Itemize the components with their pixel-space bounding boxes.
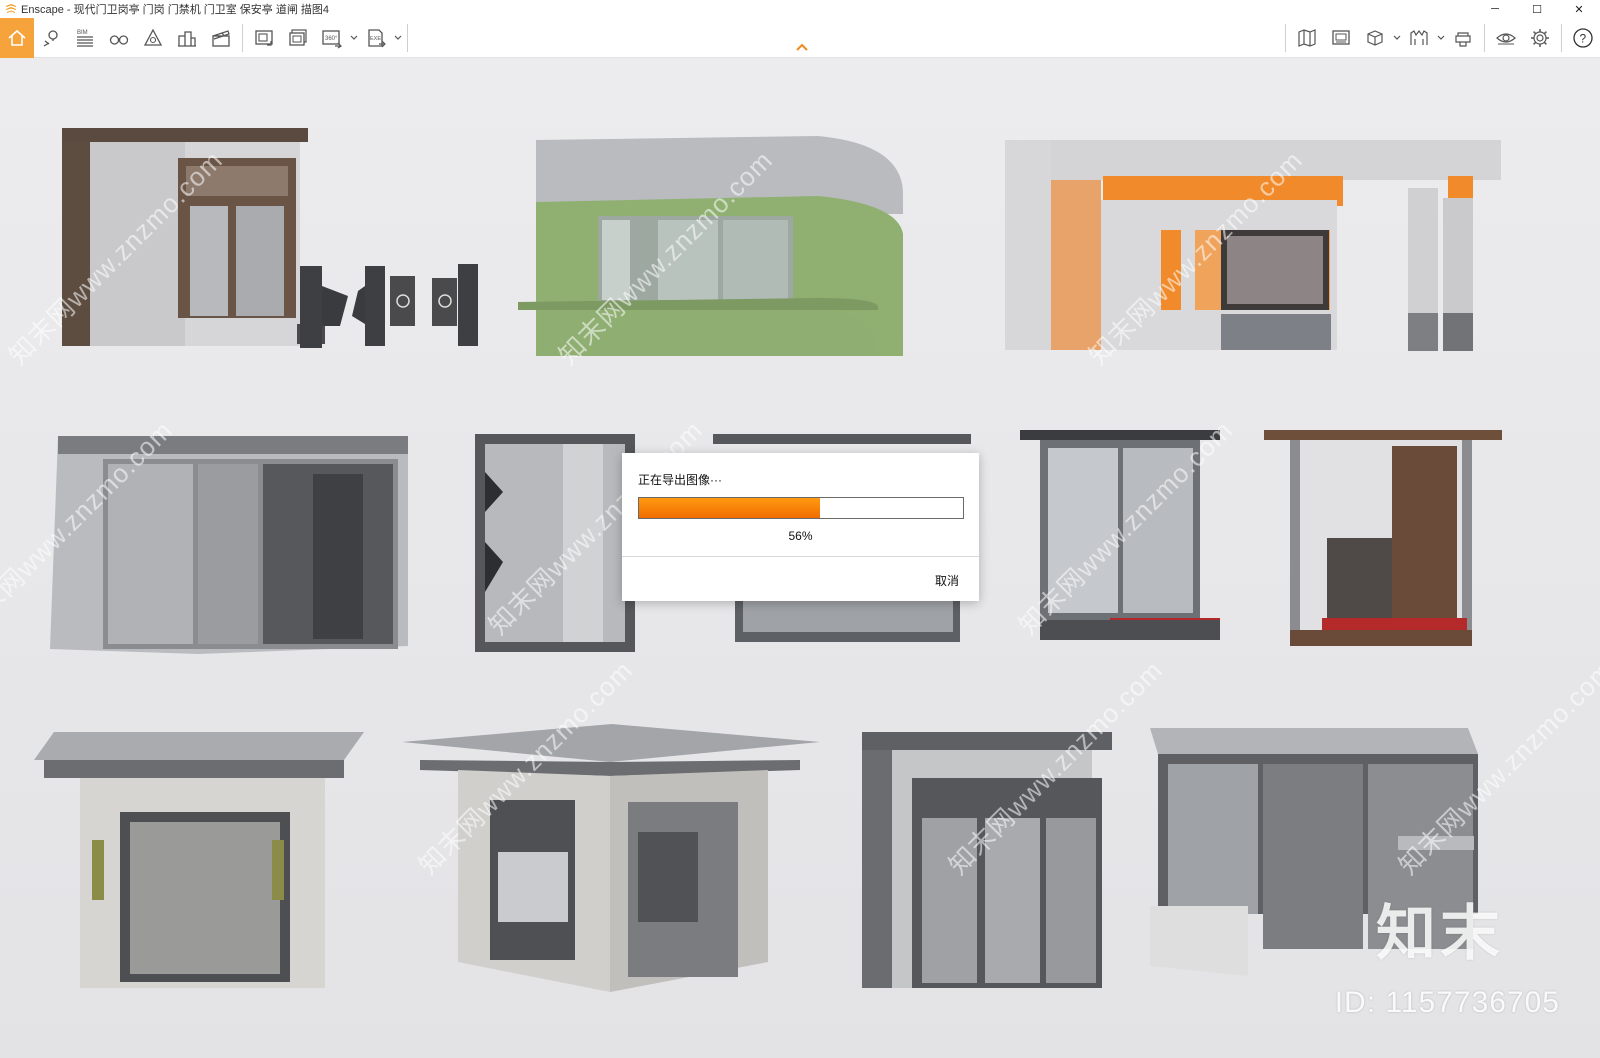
material-icon bbox=[1410, 30, 1428, 45]
asset-library-button[interactable] bbox=[136, 18, 170, 58]
home-icon bbox=[8, 29, 26, 46]
chevron-down-icon bbox=[350, 35, 358, 40]
help-icon: ? bbox=[1573, 28, 1593, 48]
billboard-icon bbox=[1332, 30, 1350, 45]
screenshot-button[interactable] bbox=[247, 18, 281, 58]
export-exe-icon: EXE bbox=[368, 29, 386, 48]
enscape-logo-icon bbox=[6, 4, 16, 13]
export-dropdown[interactable] bbox=[393, 18, 403, 58]
dialog-divider bbox=[622, 556, 979, 557]
vr-headset-button[interactable] bbox=[1446, 18, 1480, 58]
screenshot-icon bbox=[255, 30, 273, 46]
location-button[interactable] bbox=[34, 18, 68, 58]
chevron-down-icon bbox=[1393, 35, 1401, 40]
billboard-button[interactable] bbox=[1324, 18, 1358, 58]
toolbar-separator bbox=[1561, 24, 1562, 52]
progress-bar bbox=[638, 497, 964, 519]
visual-settings-button[interactable] bbox=[1489, 18, 1523, 58]
progress-bar-fill bbox=[639, 498, 821, 518]
guard-booth-model-7 bbox=[1264, 430, 1502, 646]
guard-booth-model-8 bbox=[34, 732, 364, 988]
export-progress-dialog: 正在导出图像··· 56% 取消 bbox=[622, 453, 979, 601]
svg-text:EXE: EXE bbox=[370, 36, 381, 42]
material-button[interactable] bbox=[1402, 18, 1436, 58]
settings-button[interactable] bbox=[1523, 18, 1557, 58]
dialog-title: 正在导出图像··· bbox=[638, 473, 722, 487]
toolbar-separator bbox=[1285, 24, 1286, 52]
batch-render-icon bbox=[289, 29, 307, 46]
export-button[interactable]: EXE bbox=[359, 18, 393, 58]
chevron-down-icon bbox=[1437, 35, 1445, 40]
progress-percent: 56% bbox=[788, 529, 813, 543]
object-dropdown[interactable] bbox=[1392, 18, 1402, 58]
collapse-toolbar-button[interactable] bbox=[794, 40, 810, 54]
binoculars-icon bbox=[109, 35, 129, 45]
map-icon bbox=[1298, 29, 1316, 47]
settings-gear-icon bbox=[1531, 29, 1549, 47]
location-pin-icon bbox=[43, 30, 58, 47]
maximize-button[interactable]: ☐ bbox=[1516, 0, 1558, 18]
batch-render-button[interactable] bbox=[281, 18, 315, 58]
brand-watermark-logo: 知末 bbox=[1376, 900, 1504, 967]
chevron-up-icon bbox=[796, 43, 808, 51]
bim-icon: BIM bbox=[77, 30, 93, 47]
toolbar-right-group: ? bbox=[1281, 18, 1600, 58]
object-button[interactable] bbox=[1358, 18, 1392, 58]
panorama-dropdown[interactable] bbox=[349, 18, 359, 58]
home-button[interactable] bbox=[0, 18, 34, 58]
svg-text:?: ? bbox=[1580, 32, 1587, 46]
map-button[interactable] bbox=[1290, 18, 1324, 58]
brand-watermark-id: ID: 1157736705 bbox=[1334, 986, 1560, 1019]
help-button[interactable]: ? bbox=[1566, 18, 1600, 58]
helmet-icon bbox=[1455, 32, 1471, 47]
eye-icon bbox=[1496, 33, 1516, 45]
minimize-button[interactable]: ─ bbox=[1474, 0, 1516, 18]
clapperboard-icon bbox=[212, 30, 230, 47]
asset-library-icon bbox=[143, 28, 163, 46]
title-bar: Enscape - 现代门卫岗亭 门岗 门禁机 门卫室 保安亭 道闸 描图4 ─… bbox=[0, 0, 1600, 18]
toolbar-separator bbox=[407, 24, 408, 52]
panorama-button[interactable]: 360° bbox=[315, 18, 349, 58]
views-button[interactable] bbox=[102, 18, 136, 58]
buildings-icon bbox=[178, 31, 196, 47]
chevron-down-icon bbox=[394, 35, 402, 40]
toolbar-left-group: BIM 360° EXE bbox=[0, 18, 412, 58]
svg-text:360°: 360° bbox=[325, 36, 338, 42]
guard-booth-model-10 bbox=[862, 732, 1112, 988]
site-context-button[interactable] bbox=[170, 18, 204, 58]
window-controls: ─ ☐ ✕ bbox=[1474, 0, 1600, 18]
toolbar-separator bbox=[1484, 24, 1485, 52]
window-title: Enscape - 现代门卫岗亭 门岗 门禁机 门卫室 保安亭 道闸 描图4 bbox=[21, 4, 330, 16]
close-button[interactable]: ✕ bbox=[1558, 0, 1600, 18]
cube-icon bbox=[1367, 30, 1383, 46]
guard-booth-model-9 bbox=[402, 724, 820, 992]
video-editor-button[interactable] bbox=[204, 18, 238, 58]
svg-text:BIM: BIM bbox=[77, 30, 88, 36]
cancel-button[interactable]: 取消 bbox=[935, 572, 959, 589]
panorama-360-icon: 360° bbox=[322, 30, 342, 49]
main-toolbar: BIM 360° EXE ? bbox=[0, 18, 1600, 58]
material-dropdown[interactable] bbox=[1436, 18, 1446, 58]
bim-button[interactable]: BIM bbox=[68, 18, 102, 58]
toolbar-separator bbox=[242, 24, 243, 52]
